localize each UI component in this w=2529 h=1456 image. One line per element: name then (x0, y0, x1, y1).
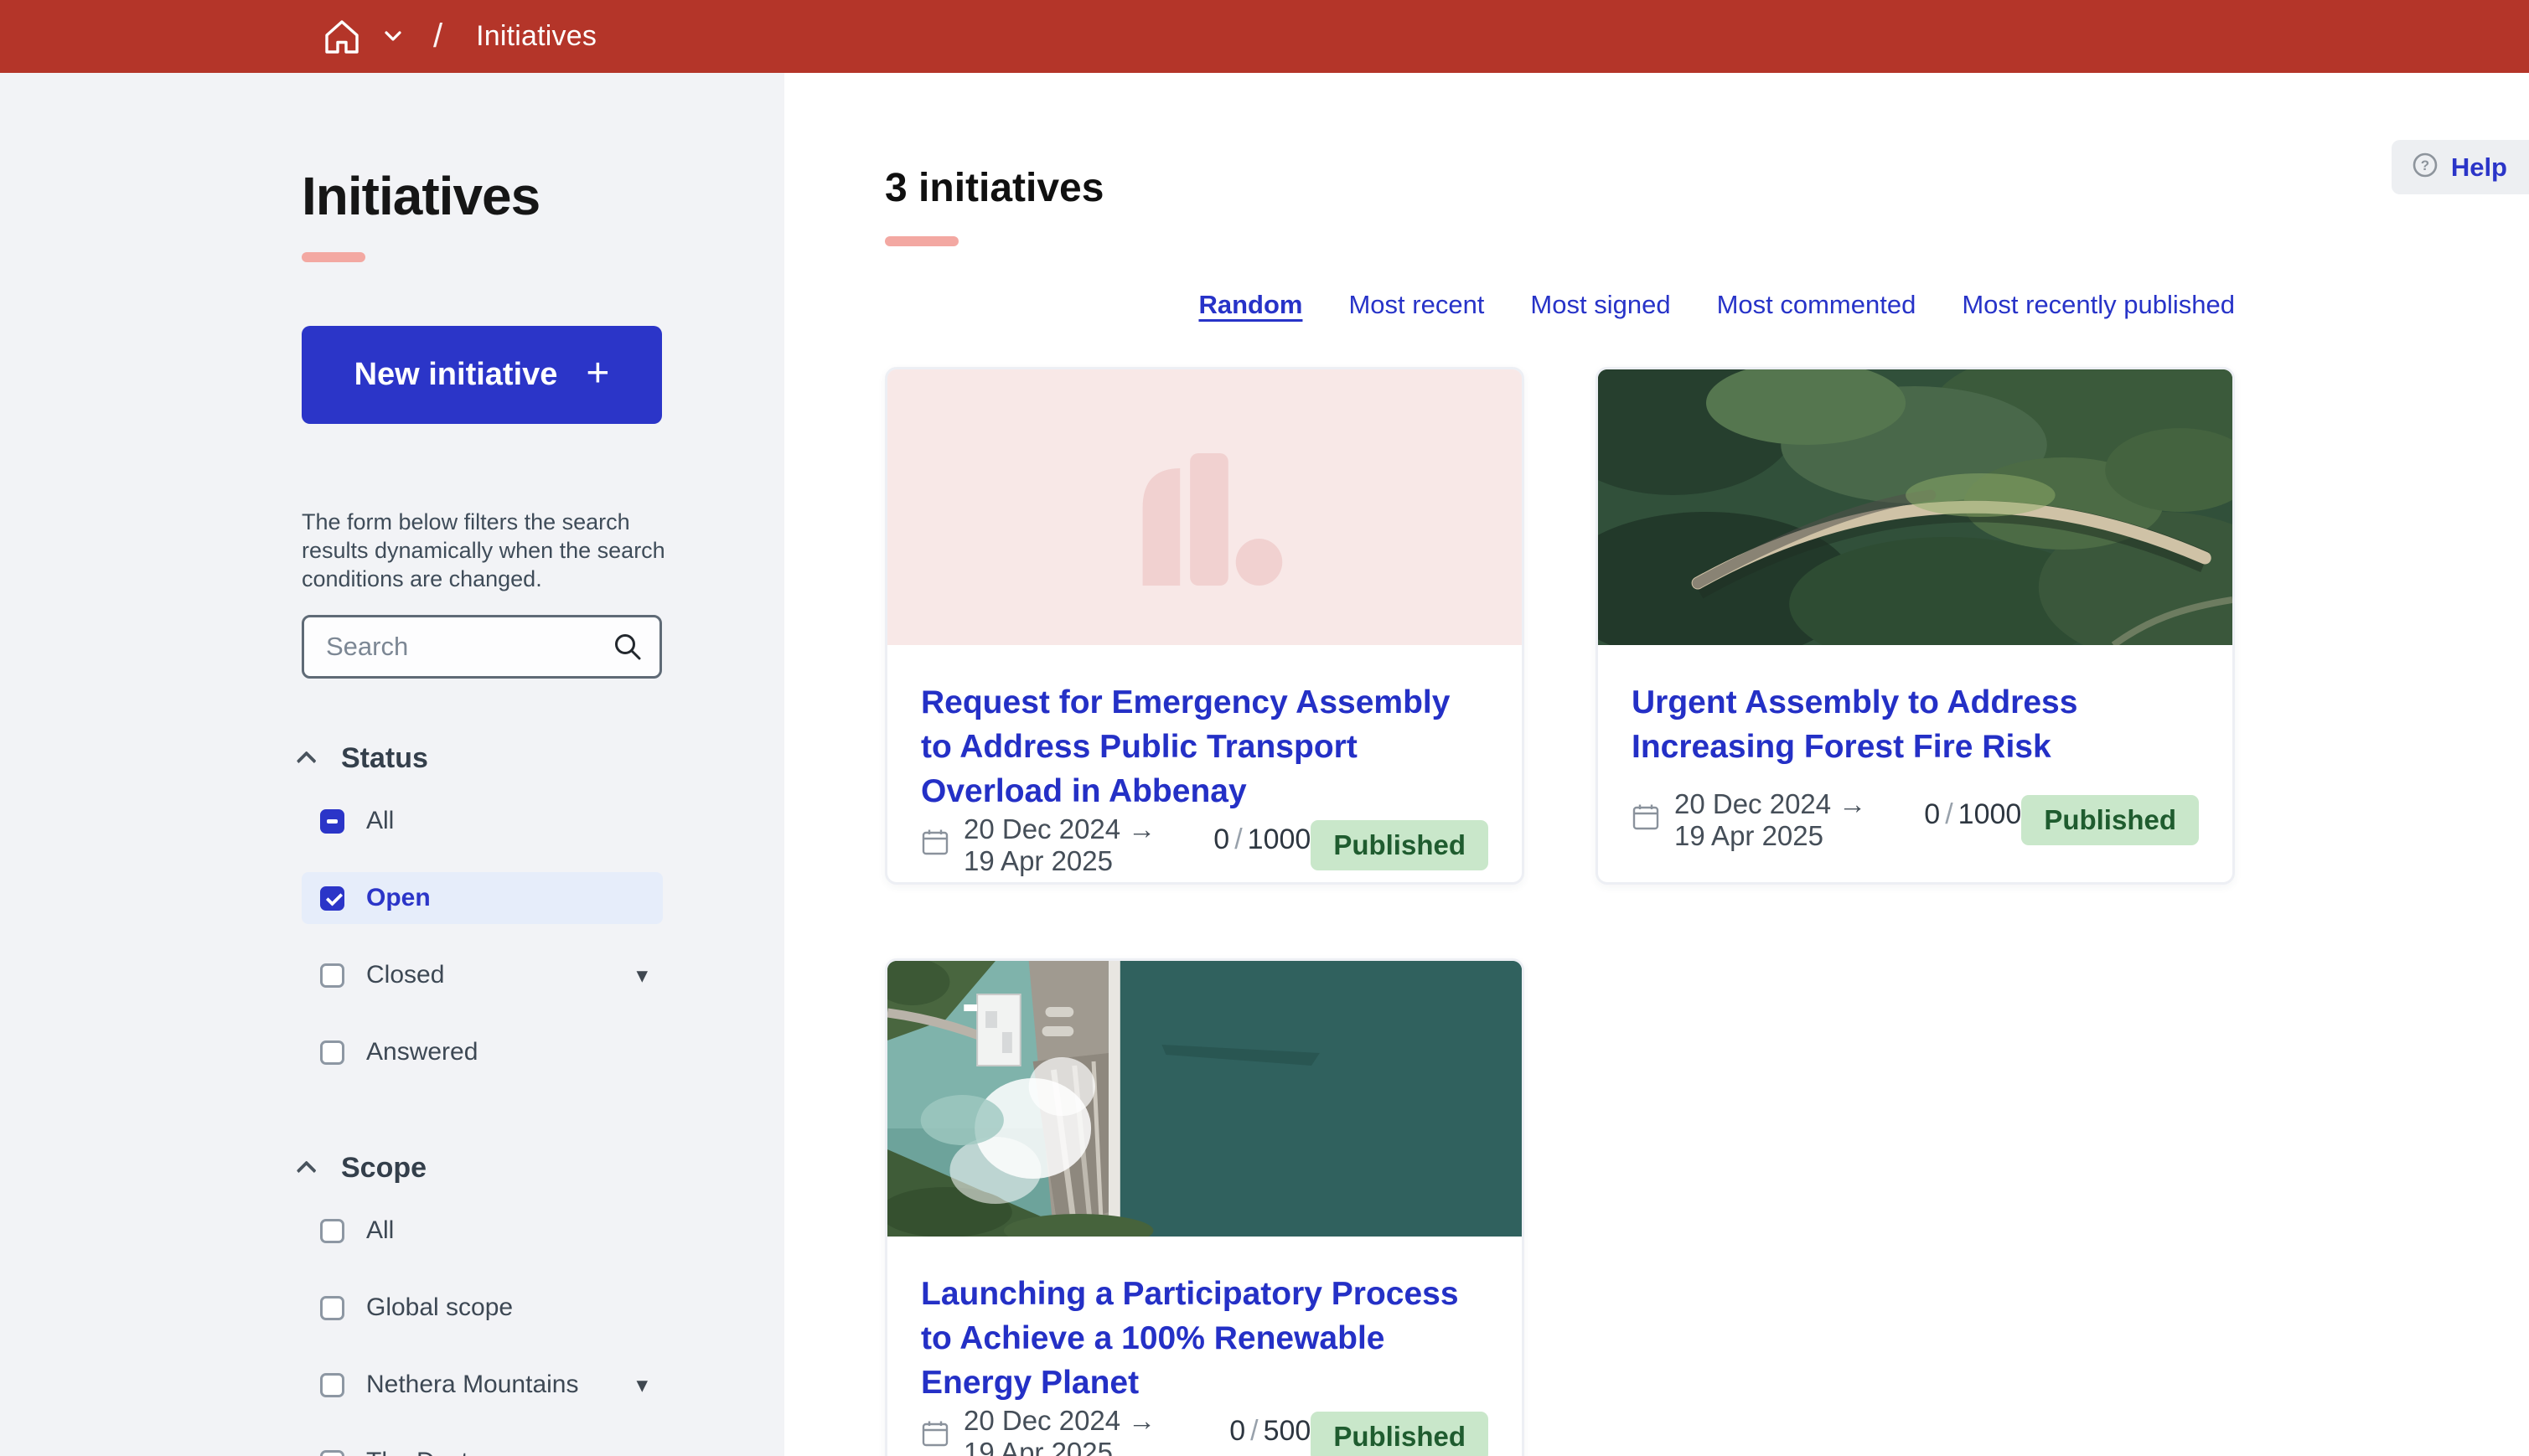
page-title: Initiatives (302, 165, 660, 227)
sort-option-most-recent[interactable]: Most recent (1348, 290, 1484, 320)
card-footer: 20 Dec 2024 → 19 Apr 2025 0/1000 Publish… (1632, 788, 2199, 852)
search-input[interactable] (302, 615, 662, 679)
filter-option-scope-global[interactable]: Global scope (302, 1282, 663, 1334)
filters-sidebar: Initiatives New initiative + The form be… (0, 73, 784, 1456)
card-image-dam (887, 961, 1522, 1237)
help-button[interactable]: ? Help (2392, 140, 2529, 194)
card-image-placeholder (887, 369, 1522, 645)
sort-option-most-commented[interactable]: Most commented (1717, 290, 1916, 320)
caret-up-icon (297, 1160, 317, 1180)
filter-option-label: Global scope (366, 1293, 513, 1322)
filter-description: The form below filters the search result… (302, 508, 680, 593)
filter-option-status-answered[interactable]: Answered (302, 1026, 663, 1078)
caret-down-icon[interactable]: ▾ (636, 1451, 648, 1456)
initiative-card[interactable]: Request for Emergency Assembly to Addres… (885, 367, 1524, 885)
filter-option-label: All (366, 1216, 394, 1245)
initiative-title-link[interactable]: Request for Emergency Assembly to Addres… (921, 680, 1488, 813)
initiative-title-link[interactable]: Urgent Assembly to Address Increasing Fo… (1632, 680, 2199, 769)
plus-icon: + (586, 350, 609, 396)
title-accent-bar (302, 252, 365, 262)
checkbox-unchecked[interactable] (320, 1450, 344, 1456)
status-badge: Published (2021, 795, 2199, 845)
card-body: Launching a Participatory Process to Ach… (887, 1237, 1522, 1456)
date-range: 20 Dec 2024 → 19 Apr 2025 (1632, 788, 1880, 852)
filter-option-label: Closed (366, 961, 444, 989)
status-section-title: Status (341, 742, 428, 775)
checkbox-indeterminate[interactable] (320, 809, 344, 834)
help-label: Help (2451, 152, 2507, 183)
date-range-text: 20 Dec 2024 → 19 Apr 2025 (1674, 788, 1880, 852)
checkbox-unchecked[interactable] (320, 963, 344, 988)
initiative-card[interactable]: Urgent Assembly to Address Increasing Fo… (1595, 367, 2235, 885)
date-range: 20 Dec 2024 → 19 Apr 2025 (921, 813, 1170, 877)
signature-count: 0/1000 (1924, 798, 2021, 831)
calendar-icon (921, 1419, 949, 1454)
scope-section-title: Scope (341, 1152, 427, 1185)
filter-option-status-closed[interactable]: Closed ▾ (302, 949, 663, 1001)
filter-option-scope-nethera-mountains[interactable]: Nethera Mountains ▾ (302, 1359, 663, 1411)
status-badge: Published (1311, 1412, 1488, 1456)
initiatives-main-area: ? Help 3 initiatives Random Most recent … (784, 73, 2529, 1456)
breadcrumb-separator: / (433, 18, 442, 55)
caret-up-icon (297, 751, 317, 771)
filter-option-status-all[interactable]: All (302, 795, 663, 847)
scope-section-header[interactable]: Scope (302, 1152, 660, 1185)
initiative-title-link[interactable]: Launching a Participatory Process to Ach… (921, 1272, 1488, 1405)
card-footer: 20 Dec 2024 → 19 Apr 2025 0/500 Publishe… (921, 1405, 1488, 1456)
calendar-icon (1632, 803, 1660, 838)
filter-option-label: Open (366, 884, 431, 912)
bar-chart-icon (887, 369, 1522, 645)
checkbox-unchecked[interactable] (320, 1296, 344, 1320)
checkbox-unchecked[interactable] (320, 1219, 344, 1243)
date-range-text: 20 Dec 2024 → 19 Apr 2025 (964, 813, 1170, 877)
status-section-header[interactable]: Status (302, 742, 660, 775)
card-footer: 20 Dec 2024 → 19 Apr 2025 0/1000 Publish… (921, 813, 1488, 877)
chevron-down-icon[interactable] (361, 31, 401, 42)
sort-option-most-recently-published[interactable]: Most recently published (1962, 290, 2235, 320)
checkbox-unchecked[interactable] (320, 1373, 344, 1397)
filter-option-label: Answered (366, 1038, 478, 1066)
card-body: Request for Emergency Assembly to Addres… (887, 645, 1522, 885)
breadcrumb-current: Initiatives (476, 20, 597, 53)
sort-option-most-signed[interactable]: Most signed (1530, 290, 1670, 320)
svg-text:?: ? (2421, 157, 2429, 173)
card-image-forest (1598, 369, 2232, 645)
initiative-card[interactable]: Launching a Participatory Process to Ach… (885, 958, 1524, 1456)
filter-option-label: All (366, 807, 394, 835)
calendar-icon (921, 828, 949, 863)
signature-count: 0/500 (1229, 1415, 1311, 1448)
top-navigation-bar: / Initiatives (0, 0, 2529, 73)
search-box (302, 615, 662, 679)
date-range: 20 Dec 2024 → 19 Apr 2025 (921, 1405, 1186, 1456)
caret-down-icon[interactable]: ▾ (636, 964, 648, 987)
home-icon[interactable] (323, 18, 361, 56)
initiative-cards-grid: Request for Emergency Assembly to Addres… (885, 367, 2235, 1456)
caret-down-icon[interactable]: ▾ (636, 1374, 648, 1397)
checkbox-unchecked[interactable] (320, 1040, 344, 1065)
filter-option-scope-the-dust[interactable]: The Dust ▾ (302, 1436, 663, 1456)
status-badge: Published (1311, 820, 1488, 870)
filter-option-status-open[interactable]: Open (302, 872, 663, 924)
card-body: Urgent Assembly to Address Increasing Fo… (1598, 645, 2232, 882)
filter-option-label: The Dust (366, 1448, 468, 1456)
sort-options: Random Most recent Most signed Most comm… (885, 290, 2235, 320)
search-icon (612, 631, 644, 667)
checkbox-checked[interactable] (320, 886, 344, 911)
heading-accent-bar (885, 236, 959, 246)
signature-count: 0/1000 (1213, 824, 1311, 856)
sort-option-random[interactable]: Random (1198, 290, 1302, 320)
question-circle-icon: ? (2412, 152, 2438, 183)
results-count-heading: 3 initiatives (885, 165, 2235, 211)
date-range-text: 20 Dec 2024 → 19 Apr 2025 (964, 1405, 1186, 1456)
filter-option-scope-all[interactable]: All (302, 1205, 663, 1257)
new-initiative-button-label: New initiative (354, 357, 558, 393)
filter-option-label: Nethera Mountains (366, 1371, 578, 1399)
new-initiative-button[interactable]: New initiative + (302, 326, 662, 424)
